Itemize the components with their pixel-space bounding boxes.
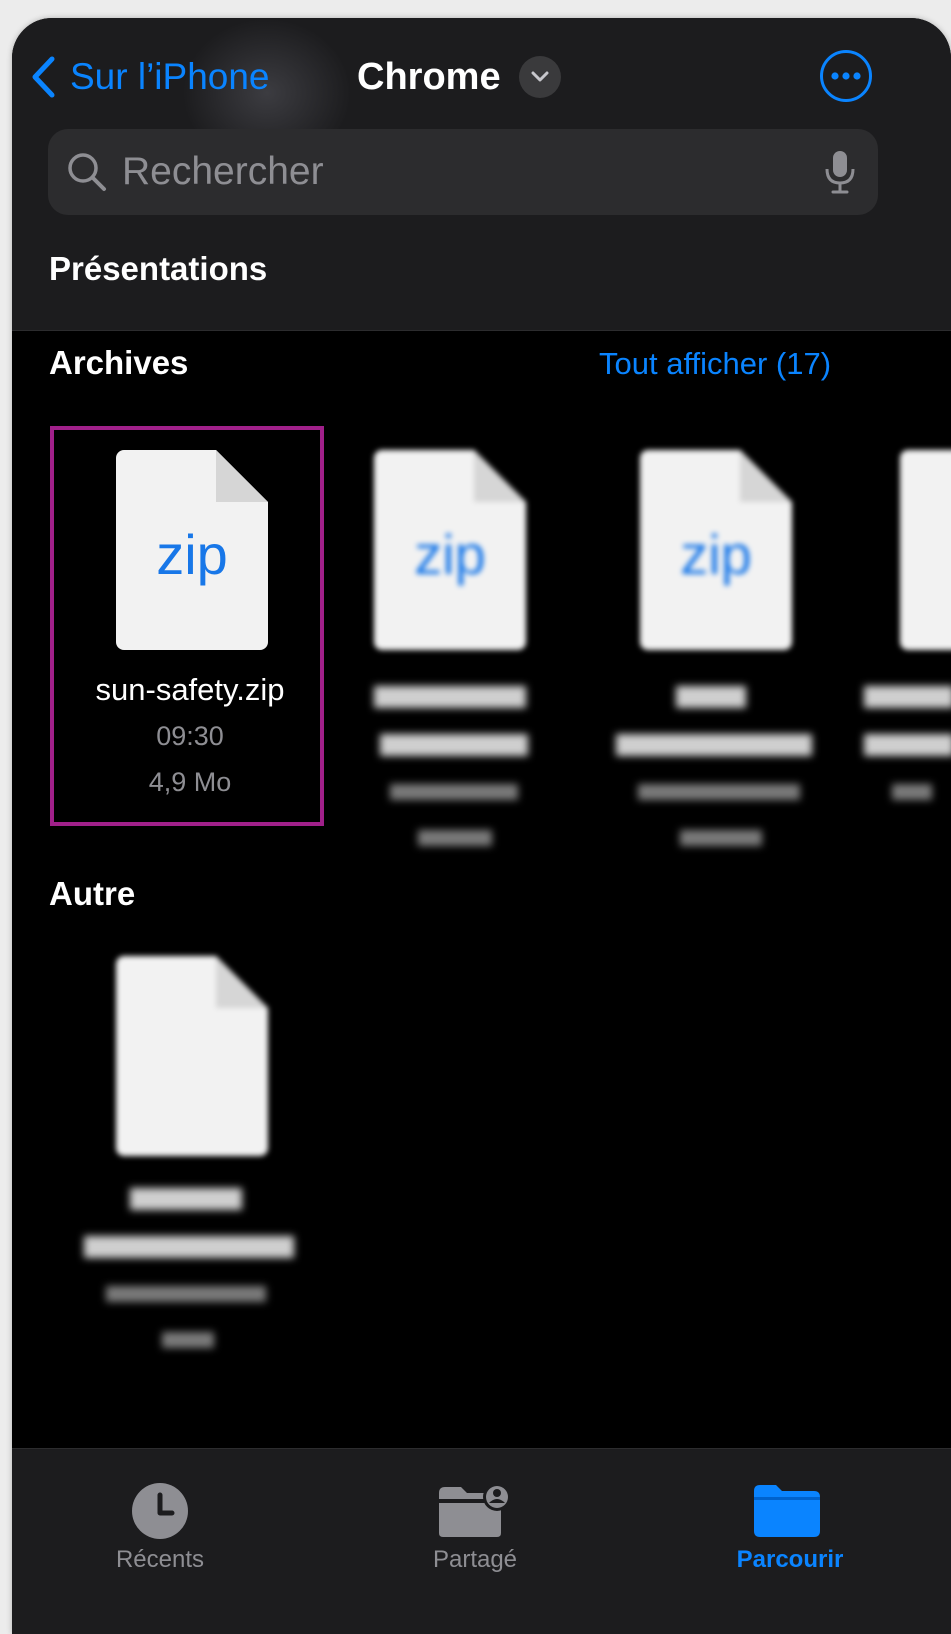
show-all-archives-link[interactable]: Tout afficher (17) (599, 346, 831, 382)
header: Sur l’iPhone Chrome Rechercher Présentat… (12, 18, 951, 331)
files-app-window: Sur l’iPhone Chrome Rechercher Présentat… (12, 18, 951, 1634)
back-label: Sur l’iPhone (70, 56, 270, 97)
folder-icon (754, 1485, 820, 1537)
partial-file-icon (900, 450, 951, 650)
search-input[interactable]: Rechercher (122, 150, 824, 194)
clock-icon (132, 1483, 188, 1539)
ellipsis-icon (831, 72, 861, 80)
chevron-down-icon (518, 56, 561, 98)
page-title: Chrome (357, 55, 501, 98)
zip-file-icon: zip (640, 450, 792, 650)
section-other-title: Autre (49, 875, 136, 912)
back-button[interactable]: Sur l’iPhone (30, 53, 270, 101)
more-options-button[interactable] (820, 50, 872, 102)
microphone-icon[interactable] (824, 149, 856, 195)
file-extension-label: zip (680, 523, 752, 586)
folder-title-menu[interactable]: Chrome (357, 53, 561, 101)
search-icon (68, 153, 106, 191)
tab-label: Partagé (432, 1546, 518, 1573)
selection-highlight (50, 426, 324, 826)
tab-label: Parcourir (736, 1546, 844, 1573)
chevron-left-icon (32, 56, 55, 98)
zip-file-icon: zip (374, 450, 526, 650)
section-archives-title: Archives (49, 344, 189, 381)
tab-shared[interactable]: Partagé (375, 1449, 575, 1634)
document-file-icon (116, 956, 268, 1156)
tab-recents[interactable]: Récents (60, 1449, 260, 1634)
shared-folder-icon (439, 1483, 511, 1537)
section-presentations[interactable]: Présentations (49, 250, 267, 288)
file-extension-label: zip (414, 523, 486, 586)
tab-browse[interactable]: Parcourir (690, 1449, 890, 1634)
tab-label: Récents (115, 1546, 205, 1573)
tab-bar: Récents Partagé Parcourir (12, 1448, 951, 1634)
search-field[interactable]: Rechercher (48, 129, 878, 215)
